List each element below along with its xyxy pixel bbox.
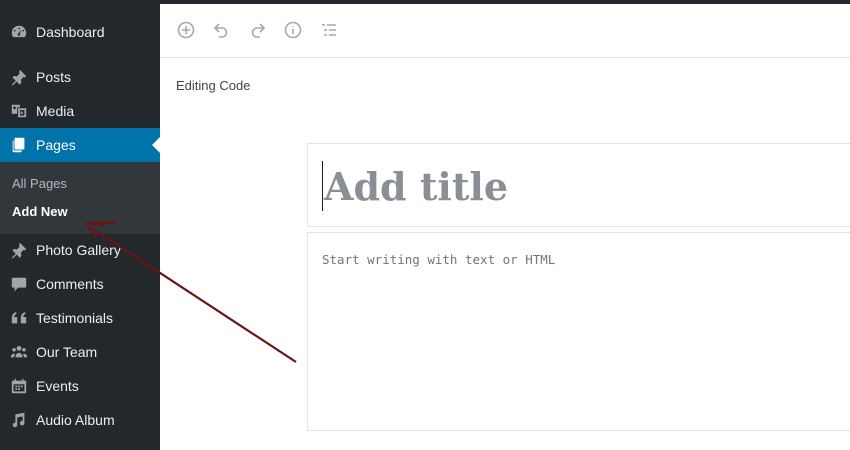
- sidebar-item-testimonials[interactable]: Testimonials: [0, 301, 160, 335]
- sidebar-item-label: Events: [36, 378, 79, 394]
- text-caret: [322, 161, 323, 211]
- sidebar-item-audio-album[interactable]: Audio Album: [0, 403, 160, 437]
- sidebar-item-our-team[interactable]: Our Team: [0, 335, 160, 369]
- active-indicator: [152, 137, 160, 153]
- title-placeholder: Add title: [324, 164, 509, 209]
- content-textarea[interactable]: Start writing with text or HTML: [307, 232, 850, 431]
- info-icon[interactable]: [282, 19, 304, 41]
- sidebar-item-label: Dashboard: [36, 24, 105, 40]
- sidebar-item-photo-gallery[interactable]: Photo Gallery: [0, 233, 160, 267]
- dashboard-icon: [0, 23, 36, 41]
- sidebar-item-label: Media: [36, 103, 75, 119]
- sidebar-item-media[interactable]: Media: [0, 94, 160, 128]
- content-placeholder: Start writing with text or HTML: [322, 252, 556, 267]
- admin-sidebar: Dashboard Posts Media Pages All Pages Ad…: [0, 0, 160, 450]
- sidebar-item-label: Photo Gallery: [36, 242, 121, 258]
- sidebar-item-pages[interactable]: Pages: [0, 128, 160, 162]
- sidebar-item-comments[interactable]: Comments: [0, 267, 160, 301]
- media-icon: [0, 102, 36, 120]
- groups-icon: [0, 343, 36, 361]
- sidebar-item-label: Our Team: [36, 344, 98, 360]
- sidebar-item-label: Posts: [36, 69, 72, 85]
- calendar-icon: [0, 377, 36, 395]
- submenu-item-all-pages[interactable]: All Pages: [12, 176, 67, 191]
- comment-icon: [0, 275, 36, 293]
- pin-icon: [0, 241, 36, 259]
- pages-icon: [0, 136, 36, 154]
- sidebar-item-label: Testimonials: [36, 310, 114, 326]
- outline-icon[interactable]: [318, 19, 340, 41]
- add-block-icon[interactable]: [175, 19, 197, 41]
- sidebar-item-events[interactable]: Events: [0, 369, 160, 403]
- sidebar-item-label: Comments: [36, 276, 104, 292]
- undo-icon[interactable]: [210, 19, 232, 41]
- redo-icon[interactable]: [247, 19, 269, 41]
- quote-icon: [0, 309, 36, 327]
- pin-icon: [0, 68, 36, 86]
- pages-submenu: All Pages Add New: [0, 162, 160, 234]
- submenu-item-add-new[interactable]: Add New: [12, 204, 68, 219]
- music-icon: [0, 411, 36, 429]
- editing-mode-label: Editing Code: [176, 78, 251, 93]
- title-field[interactable]: Add title: [307, 143, 850, 227]
- editor-toolbar: [160, 4, 850, 58]
- sidebar-item-dashboard[interactable]: Dashboard: [0, 15, 160, 49]
- sidebar-item-label: Pages: [36, 137, 76, 153]
- sidebar-item-label: Audio Album: [36, 412, 115, 428]
- sidebar-item-posts[interactable]: Posts: [0, 60, 160, 94]
